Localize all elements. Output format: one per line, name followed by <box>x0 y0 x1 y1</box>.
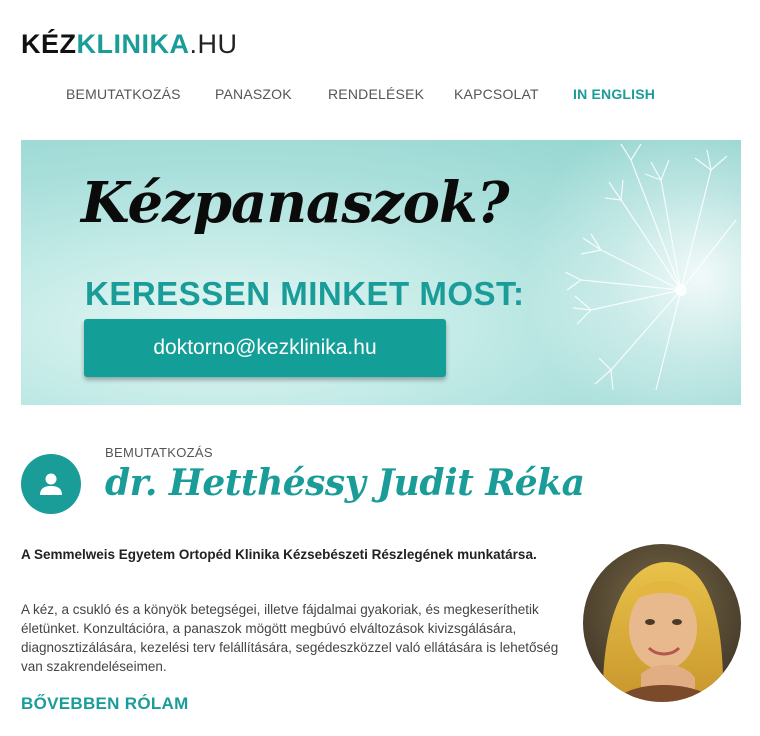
intro-body: A kéz, a csukló és a könyök betegségei, … <box>21 602 559 674</box>
logo-part-hu: .HU <box>189 29 238 59</box>
site-logo[interactable]: KÉZKLINIKA.HU <box>21 28 238 60</box>
hero-headline: Kézpanaszok? <box>81 170 510 236</box>
section-kicker: BEMUTATKOZÁS <box>105 445 213 460</box>
nav-item-bemutatkozas[interactable]: BEMUTATKOZÁS <box>66 86 181 102</box>
hero-subheadline: KERESSEN MINKET MOST: <box>85 275 525 312</box>
nav-item-panaszok[interactable]: PANASZOK <box>215 86 292 102</box>
doctor-portrait <box>583 544 741 702</box>
main-nav: BEMUTATKOZÁS PANASZOK RENDELÉSEK KAPCSOL… <box>0 86 760 106</box>
nav-item-kapcsolat[interactable]: KAPCSOLAT <box>454 86 539 102</box>
more-about-me-link[interactable]: BŐVEBBEN RÓLAM <box>21 694 189 714</box>
hero-banner: Kézpanaszok? KERESSEN MINKET MOST: dokto… <box>21 140 741 405</box>
intro-lead: A Semmelweis Egyetem Ortopéd Klinika Kéz… <box>21 547 537 562</box>
dandelion-decoration <box>564 143 737 391</box>
logo-part-klinika: KLINIKA <box>76 29 190 59</box>
user-icon <box>40 473 62 495</box>
logo-part-kez: KÉZ <box>21 29 77 59</box>
doctor-name-heading: dr. Hetthéssy Judit Réka <box>105 462 585 504</box>
nav-item-in-english[interactable]: IN ENGLISH <box>573 86 655 102</box>
email-contact-button[interactable]: doktorno@kezklinika.hu <box>84 319 446 377</box>
portrait-image <box>583 544 741 702</box>
nav-item-rendelesek[interactable]: RENDELÉSEK <box>328 86 424 102</box>
avatar <box>21 454 81 514</box>
